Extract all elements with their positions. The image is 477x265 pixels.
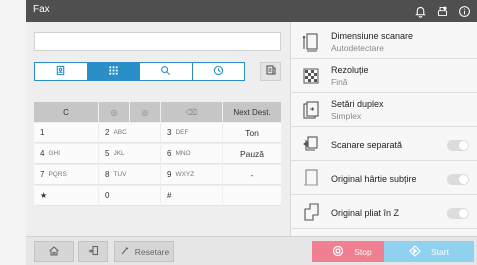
destination-list-button[interactable] — [260, 62, 281, 81]
job-status-button[interactable] — [78, 241, 108, 262]
reset-label: Resetare — [134, 246, 170, 257]
scan-size-icon — [301, 31, 321, 53]
address-book-icon — [55, 63, 66, 81]
setting-label: Dimensiune scanare — [331, 31, 414, 41]
stop-label: Stop — [354, 246, 372, 257]
key-7[interactable]: 7 PQRS — [34, 165, 98, 185]
setting-separate-scan[interactable]: Scanare separată — [291, 127, 477, 161]
tab-history[interactable] — [193, 63, 245, 80]
tab-keypad[interactable] — [87, 63, 140, 81]
left-margin — [0, 0, 26, 265]
key-6[interactable]: 6 MNO — [161, 144, 222, 164]
key-3[interactable]: 3 DEF — [161, 123, 222, 143]
destination-panel: C ◎ ◎ ⌫ Next Dest. 1 2 ABC 3 DEF Ton 4 GHI … — [26, 22, 290, 236]
resolution-icon — [301, 65, 321, 87]
fax-screen: Fax C ◎ ◎ ⌫ Next Dest. 1 2 ABC 3 DEF Ton… — [26, 0, 477, 265]
key-9[interactable]: 9 WXYZ — [161, 165, 222, 185]
setting-value: Autodetectare — [331, 43, 384, 53]
setting-label: Setări duplex — [331, 99, 384, 109]
start-button[interactable]: Start — [384, 241, 474, 262]
wifi-printer-icon[interactable] — [434, 3, 450, 19]
settings-panel: Dimensiune scanare Autodetectare Rezoluț… — [290, 22, 477, 236]
pause-key-left[interactable]: ◎ — [99, 102, 129, 122]
key-5[interactable]: 5 JKL — [99, 144, 160, 164]
setting-value: Fină — [331, 77, 348, 87]
setting-resolution[interactable]: Rezoluție Fină — [291, 59, 477, 93]
pause-key-right[interactable]: ◎ — [130, 102, 160, 122]
key-2[interactable]: 2 ABC — [99, 123, 160, 143]
numeric-keypad: C ◎ ◎ ⌫ Next Dest. 1 2 ABC 3 DEF Ton 4 GHI … — [34, 102, 281, 207]
setting-label: Scanare separată — [331, 140, 403, 150]
reset-button[interactable]: Resetare — [114, 241, 174, 262]
key-hash[interactable]: # — [161, 186, 222, 206]
next-destination-key[interactable]: Next Dest. — [223, 102, 281, 122]
empty-key — [223, 186, 281, 206]
setting-value: Simplex — [331, 111, 362, 121]
key-0[interactable]: 0 — [99, 186, 160, 206]
clear-key[interactable]: C — [34, 102, 98, 122]
destination-field[interactable] — [34, 32, 281, 51]
tab-search[interactable] — [140, 63, 193, 80]
z-fold-toggle[interactable] — [447, 208, 469, 219]
home-icon — [48, 245, 60, 259]
z-fold-icon — [301, 201, 321, 223]
pause-key[interactable]: Pauză — [223, 144, 281, 164]
history-icon — [213, 63, 224, 81]
app-title: Fax — [33, 4, 50, 15]
keypad-icon — [108, 63, 119, 81]
key-1[interactable]: 1 — [34, 123, 98, 143]
title-bar: Fax — [26, 0, 477, 22]
separate-scan-icon — [301, 133, 321, 155]
bell-icon[interactable] — [412, 3, 428, 19]
separate-scan-toggle[interactable] — [447, 140, 469, 151]
start-label: Start — [431, 246, 449, 257]
bottom-bar: Resetare Stop Start — [26, 236, 477, 265]
key-8[interactable]: 8 TUV — [99, 165, 160, 185]
backspace-key[interactable]: ⌫ — [161, 102, 222, 122]
job-status-icon — [87, 245, 99, 259]
stop-button[interactable]: Stop — [312, 241, 392, 262]
setting-label: Original hârtie subțire — [331, 174, 417, 184]
setting-label: Rezoluție — [331, 65, 369, 75]
stop-icon — [332, 245, 354, 259]
tab-address-book[interactable] — [35, 63, 88, 80]
destination-mode-tabs — [34, 62, 245, 81]
hyphen-key[interactable]: - — [223, 165, 281, 185]
duplex-icon — [301, 99, 321, 121]
reset-icon — [119, 245, 131, 259]
info-icon[interactable] — [456, 3, 472, 19]
search-icon — [160, 63, 171, 81]
thin-paper-toggle[interactable] — [447, 174, 469, 185]
home-button[interactable] — [34, 241, 74, 262]
thin-paper-icon — [301, 167, 321, 189]
start-icon — [409, 244, 431, 259]
key-4[interactable]: 4 GHI — [34, 144, 98, 164]
setting-z-fold[interactable]: Original pliat în Z — [291, 195, 477, 229]
setting-next-partial — [291, 229, 477, 236]
tone-key[interactable]: Ton — [223, 123, 281, 143]
destination-list-icon — [265, 63, 277, 81]
setting-label: Original pliat în Z — [331, 208, 400, 218]
key-star[interactable]: ★ — [34, 186, 98, 206]
setting-duplex[interactable]: Setări duplex Simplex — [291, 93, 477, 127]
setting-scan-size[interactable]: Dimensiune scanare Autodetectare — [291, 25, 477, 59]
setting-thin-paper[interactable]: Original hârtie subțire — [291, 161, 477, 195]
